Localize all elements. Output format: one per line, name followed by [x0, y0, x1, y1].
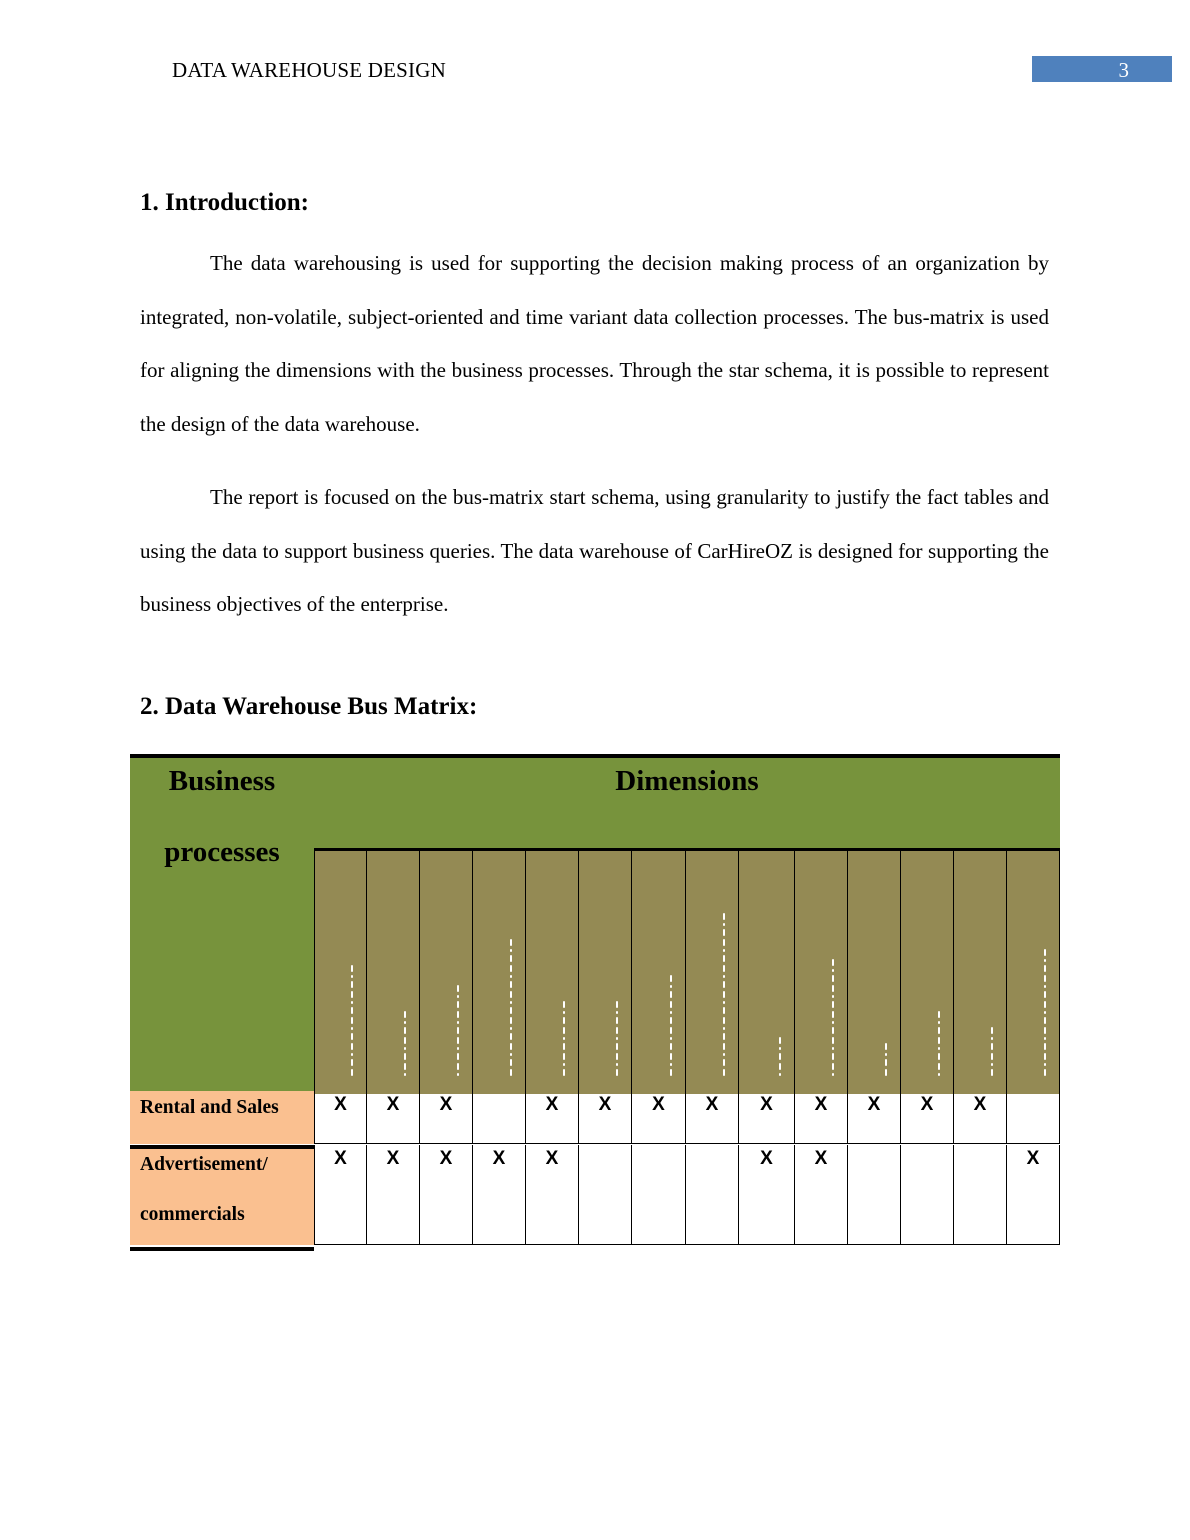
- matrix-cell: X: [795, 1091, 848, 1144]
- dimension-column-header: [314, 851, 367, 1094]
- dimension-column-header: [1007, 851, 1060, 1094]
- matrix-cell: X: [367, 1091, 420, 1144]
- matrix-cell: [473, 1091, 526, 1144]
- process-label-line2: commercials: [140, 1204, 245, 1225]
- dimension-column-header: [579, 851, 632, 1094]
- intro-paragraph-1: The data warehousing is used for support…: [140, 251, 1049, 437]
- process-cell: Rental and Sales: [130, 1091, 314, 1144]
- matrix-cell: [686, 1145, 739, 1245]
- matrix-cell: X: [420, 1091, 473, 1144]
- matrix-cell: X: [1007, 1145, 1060, 1245]
- rotated-dimension-label: [937, 1011, 941, 1076]
- table-row: Rental and Sales XXXXXXXXXXXX: [130, 1091, 1060, 1144]
- matrix-cell: X: [526, 1145, 579, 1245]
- dimensions-header: Dimensions: [615, 765, 759, 797]
- dimension-column-header: [848, 851, 901, 1094]
- section-heading-bus-matrix: 2. Data Warehouse Bus Matrix:: [140, 693, 478, 720]
- rotated-dimension-label: [509, 939, 513, 1076]
- matrix-cell: X: [686, 1091, 739, 1144]
- dimension-column-header: [367, 851, 420, 1094]
- matrix-cell: X: [901, 1091, 954, 1144]
- rotated-dimension-label: [669, 975, 673, 1076]
- dimension-column-header: [954, 851, 1007, 1094]
- matrix-cell: [848, 1145, 901, 1245]
- matrix-cell: [954, 1145, 1007, 1245]
- matrix-cell: X: [954, 1091, 1007, 1144]
- matrix-cell: [901, 1145, 954, 1245]
- dimension-column-header: [739, 851, 795, 1094]
- dimension-column-header: [795, 851, 848, 1094]
- rotated-dimension-label: [990, 1027, 994, 1076]
- business-processes-header-line2: processes: [164, 836, 280, 868]
- matrix-cell: X: [367, 1145, 420, 1245]
- rotated-dimension-label: [1043, 949, 1047, 1076]
- dimension-column-header: [473, 851, 526, 1094]
- rotated-dimension-label: [884, 1043, 888, 1076]
- matrix-cell: X: [848, 1091, 901, 1144]
- matrix-cell: X: [579, 1091, 632, 1144]
- matrix-cell: X: [632, 1091, 686, 1144]
- matrix-cell: X: [739, 1091, 795, 1144]
- dimension-column-header: [686, 851, 739, 1094]
- rotated-dimension-label: [403, 1011, 407, 1076]
- rotated-dimension-label: [615, 1001, 619, 1076]
- business-processes-header-line1: Business: [168, 765, 276, 797]
- section-heading-introduction: 1. Introduction:: [140, 189, 310, 216]
- dimension-column-header: [420, 851, 473, 1094]
- page-number-badge: 3: [1032, 56, 1172, 82]
- matrix-cell: X: [795, 1145, 848, 1245]
- running-title: DATA WAREHOUSE DESIGN: [172, 58, 446, 82]
- intro-paragraph-2: The report is focused on the bus-matrix …: [140, 485, 1049, 617]
- dimension-column-header: [901, 851, 954, 1094]
- rotated-dimension-label: [350, 965, 354, 1076]
- rotated-dimension-label: [456, 985, 460, 1076]
- process-label-line1: Advertisement/: [140, 1154, 268, 1175]
- rotated-dimension-label: [722, 913, 726, 1076]
- rotated-dimension-label: [778, 1037, 782, 1076]
- dimension-column-header: [632, 851, 686, 1094]
- dimension-columns: [314, 851, 1060, 1094]
- matrix-cell: X: [739, 1145, 795, 1245]
- matrix-cell: X: [420, 1145, 473, 1245]
- table-header-band: Business processes Dimensions: [130, 758, 1060, 1094]
- matrix-cell: X: [473, 1145, 526, 1245]
- process-cell: Advertisement/ commercials: [130, 1145, 314, 1245]
- dimension-column-header: [526, 851, 579, 1094]
- table-row: Advertisement/ commercials XXXXXXXX: [130, 1145, 1060, 1245]
- matrix-cell: X: [314, 1145, 367, 1245]
- rotated-dimension-label: [831, 959, 835, 1076]
- matrix-cell: [1007, 1091, 1060, 1144]
- matrix-cell: X: [314, 1091, 367, 1144]
- rotated-dimension-label: [562, 1001, 566, 1076]
- matrix-cell: [632, 1145, 686, 1245]
- table-bottom-border: [130, 1247, 314, 1251]
- matrix-cell: [579, 1145, 632, 1245]
- matrix-cell: X: [526, 1091, 579, 1144]
